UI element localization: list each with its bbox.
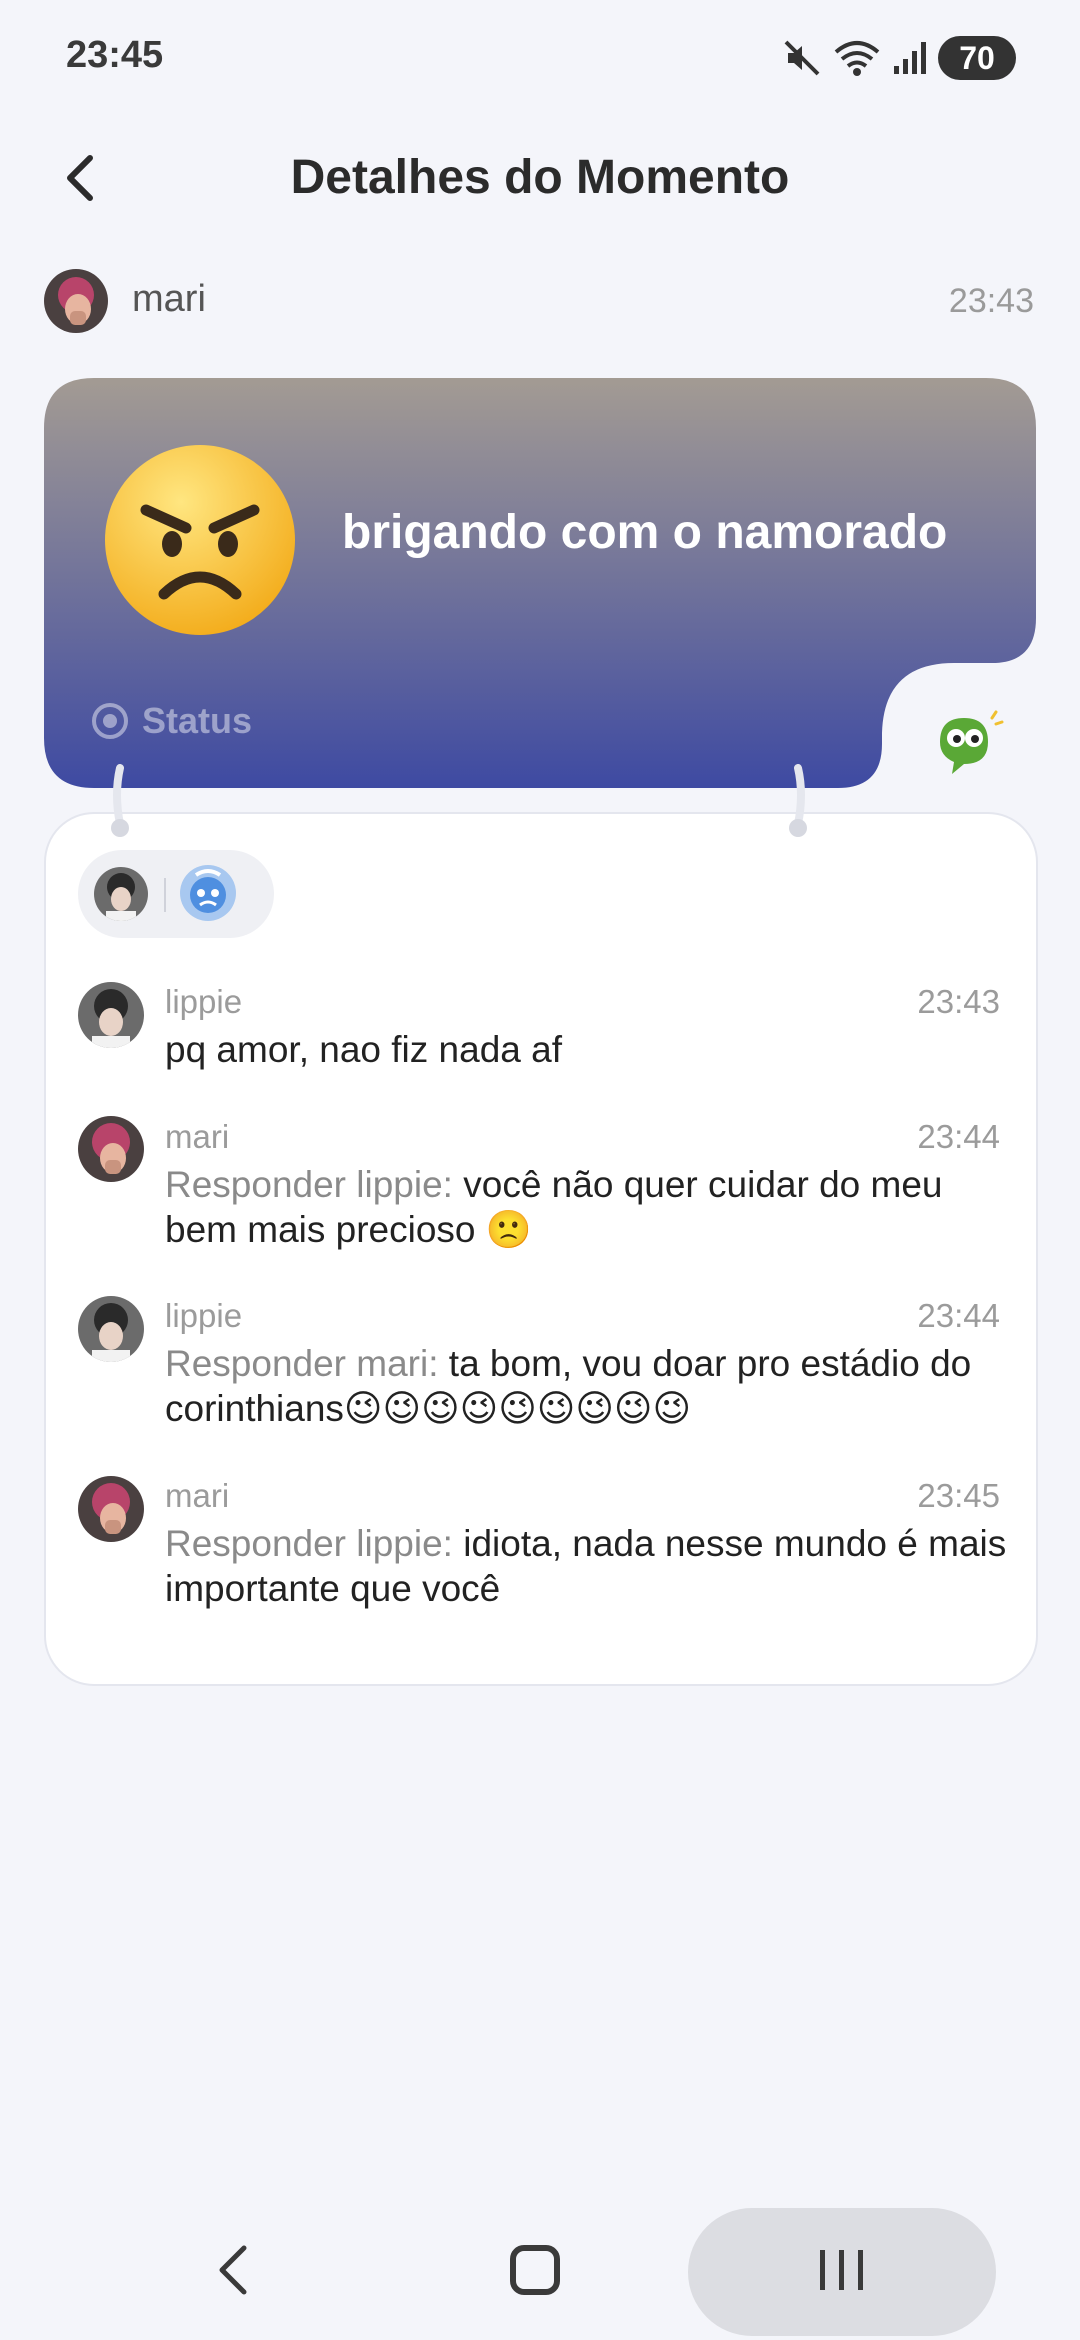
angry-face-icon (105, 445, 295, 635)
status-bar-time: 23:45 (66, 34, 164, 76)
liker-avatar[interactable] (94, 867, 148, 921)
status-label: Status (90, 700, 252, 742)
comment-author[interactable]: mari (165, 1477, 229, 1515)
comment-author[interactable]: lippie (165, 1297, 242, 1335)
comment-author[interactable]: mari (165, 1118, 229, 1156)
post-time: 23:43 (948, 282, 1034, 320)
liker-avatar-cold-face[interactable] (180, 865, 236, 921)
author-avatar[interactable] (44, 269, 108, 333)
comment-avatar[interactable] (78, 1116, 144, 1182)
comment-avatar[interactable] (78, 1296, 144, 1362)
comment-text: Responder lippie: idiota, nada nesse mun… (165, 1521, 1015, 1611)
comment-time: 23:45 (917, 1477, 1000, 1514)
comment-time: 23:43 (917, 983, 1000, 1020)
comment-author[interactable]: lippie (165, 983, 242, 1021)
author-name[interactable]: mari (132, 278, 206, 321)
comment-avatar[interactable] (78, 982, 144, 1048)
page-title: Detalhes do Momento (290, 151, 790, 204)
comment-avatar[interactable] (78, 1476, 144, 1542)
react-mascot-icon[interactable] (930, 708, 1004, 782)
nav-home-icon[interactable] (510, 2245, 560, 2295)
signal-icon (894, 42, 926, 74)
status-ring-icon (92, 703, 128, 739)
reply-prefix: Responder lippie: (165, 1164, 464, 1205)
wifi-icon (834, 41, 880, 76)
status-text: brigando com o namorado (342, 506, 948, 559)
reply-prefix: Responder mari: (165, 1343, 449, 1384)
nav-recents-icon[interactable] (812, 2248, 872, 2292)
nav-back-icon[interactable] (210, 2240, 260, 2300)
status-bar-icons: 70 (782, 36, 1016, 80)
card-clip (789, 764, 807, 837)
mute-icon (784, 40, 820, 76)
likers-divider (164, 878, 166, 912)
reply-prefix: Responder lippie: (165, 1523, 464, 1564)
comment-text: Responder mari: ta bom, vou doar pro est… (165, 1341, 1015, 1431)
comment-text: Responder lippie: você não quer cuidar d… (165, 1162, 1015, 1252)
comment-time: 23:44 (917, 1118, 1000, 1155)
comment-time: 23:44 (917, 1297, 1000, 1334)
status-label-text: Status (142, 700, 253, 741)
comment-body: pq amor, nao fiz nada af (165, 1029, 562, 1070)
comment-text: pq amor, nao fiz nada af (165, 1027, 1015, 1072)
card-clip (111, 764, 129, 837)
battery-indicator: 70 (938, 36, 1016, 80)
